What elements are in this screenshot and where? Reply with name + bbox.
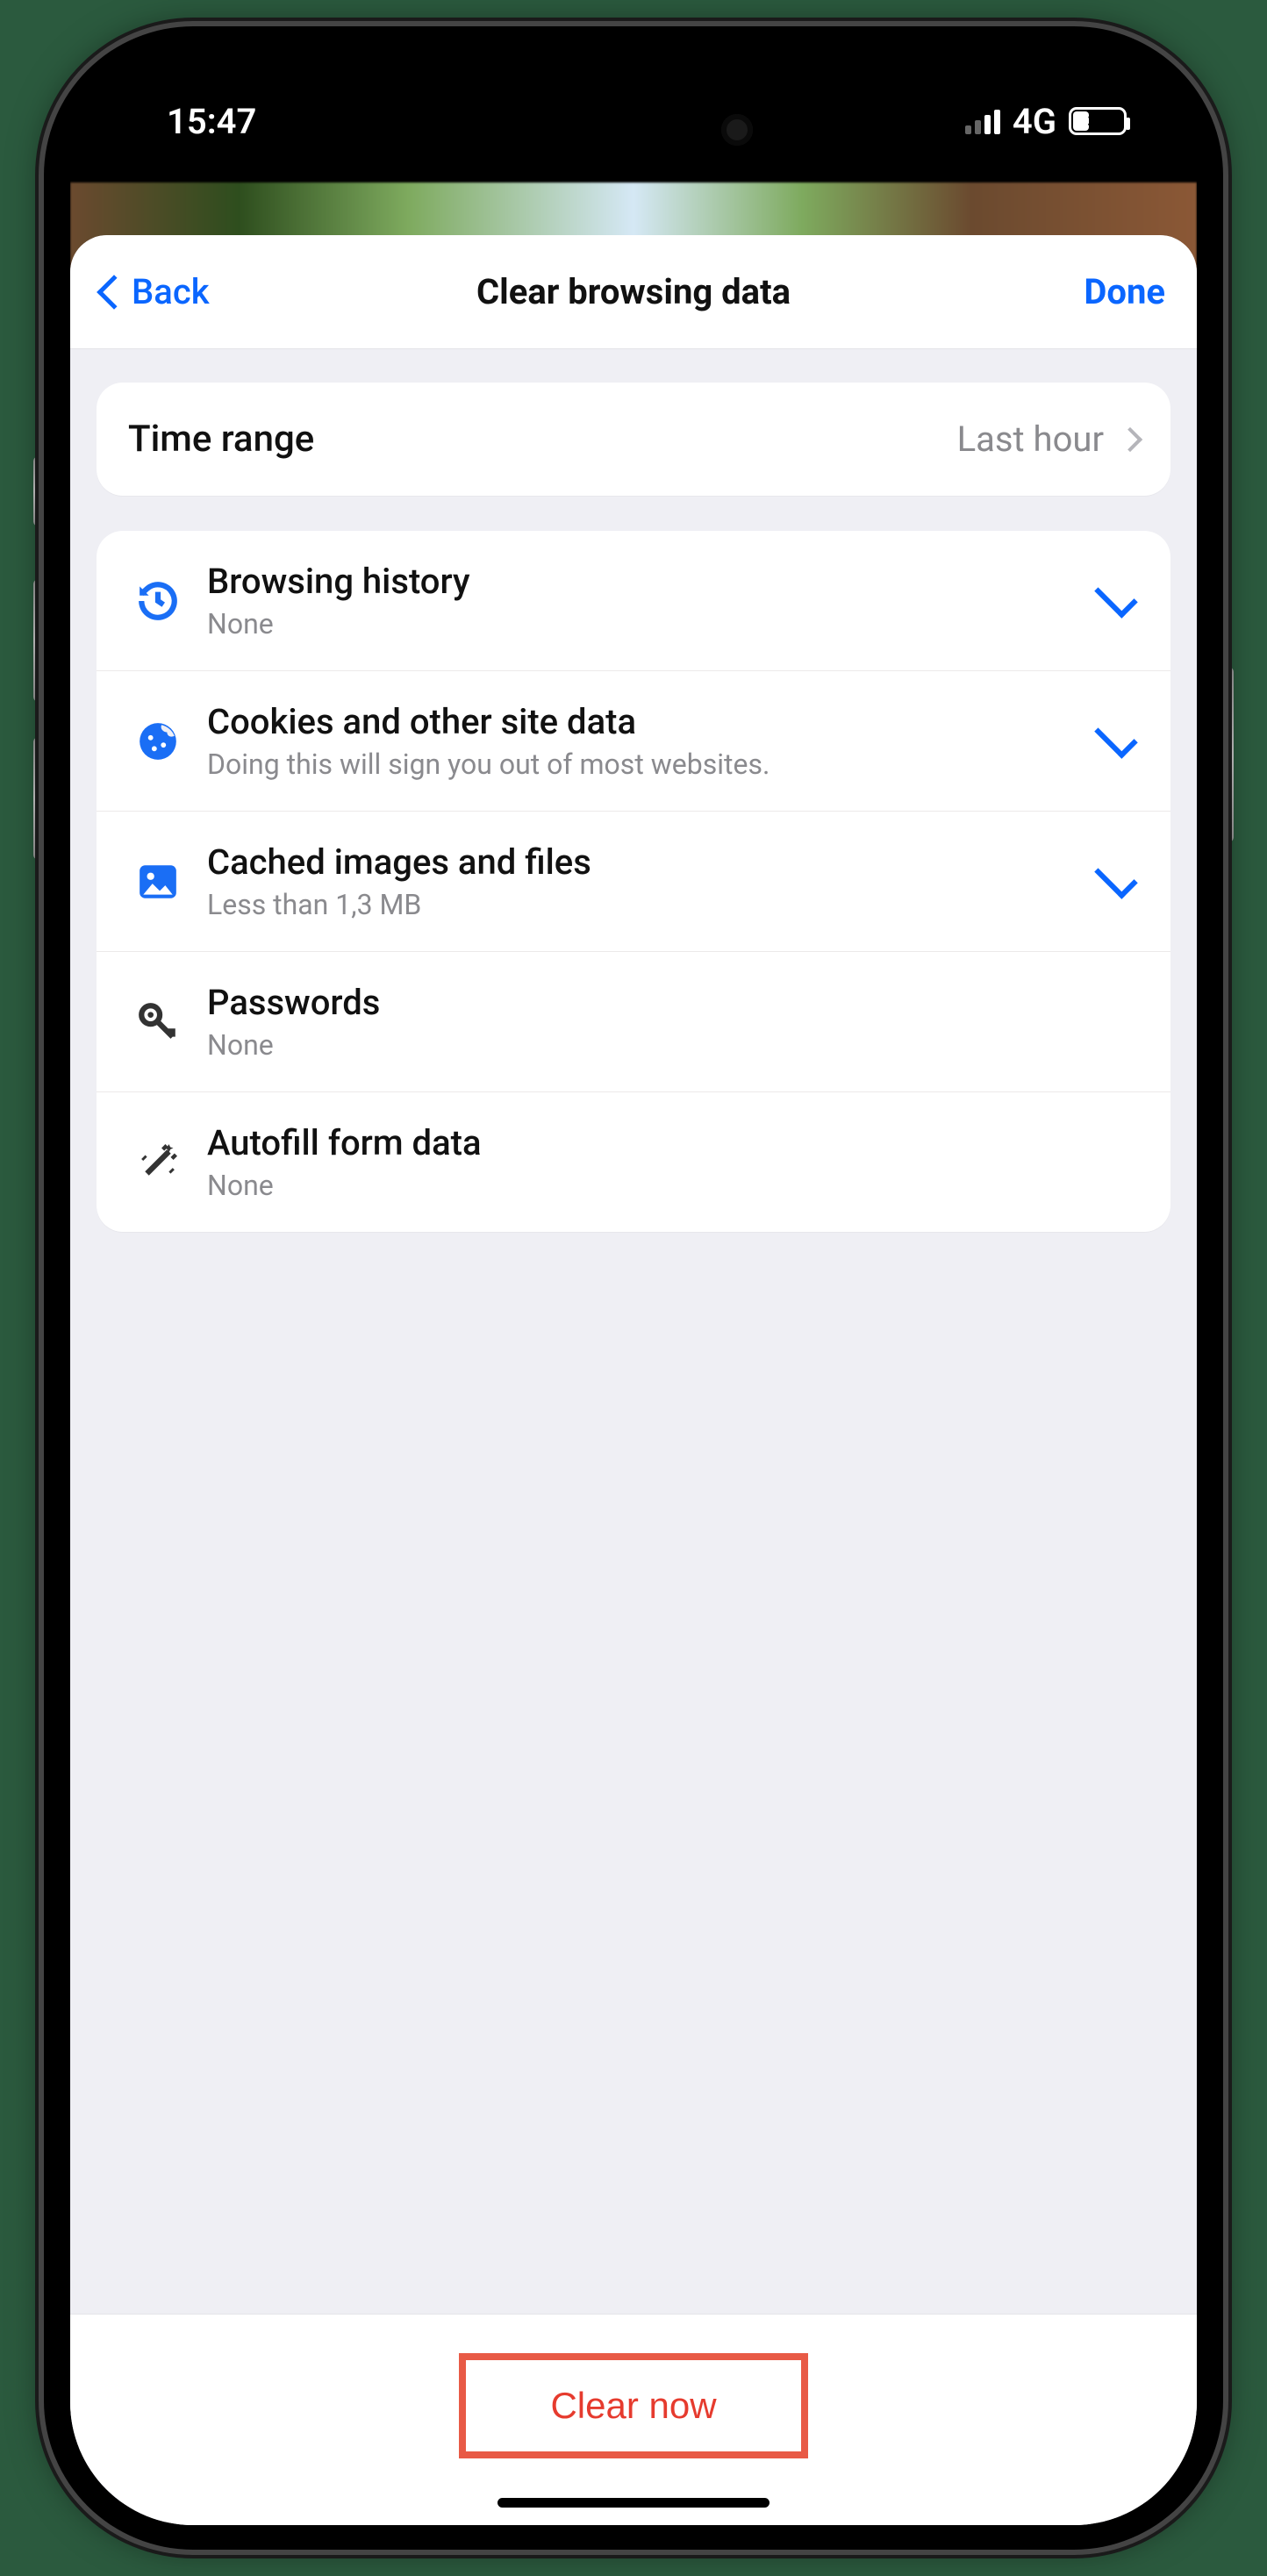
- row-cookies[interactable]: Cookies and other site data Doing this w…: [97, 671, 1170, 812]
- time-range-value: Last hour: [957, 419, 1104, 460]
- settings-sheet: Back Clear browsing data Done Time range…: [70, 235, 1197, 2525]
- check-icon: [1094, 855, 1137, 898]
- chevron-right-icon: [1118, 426, 1142, 451]
- done-button[interactable]: Done: [1084, 271, 1165, 312]
- volume-up-button: [33, 579, 44, 702]
- clear-now-button[interactable]: Clear now: [501, 2369, 765, 2443]
- item-sub: Less than 1,3 MB: [207, 888, 1097, 921]
- power-button: [1223, 667, 1234, 842]
- item-title: Browsing history: [207, 561, 1097, 602]
- phone-frame: 15:47 4G 30 Back Clear browsing data: [44, 26, 1223, 2550]
- cookie-icon: [136, 719, 180, 763]
- row-browsing-history[interactable]: Browsing history None: [97, 531, 1170, 671]
- time-range-row[interactable]: Time range Last hour: [97, 383, 1170, 496]
- page-title: Clear browsing data: [70, 271, 1197, 312]
- battery-icon: 30: [1069, 107, 1127, 135]
- check-icon: [1094, 575, 1137, 618]
- network-label: 4G: [1013, 101, 1056, 142]
- volume-down-button: [33, 737, 44, 860]
- check-icon: [1094, 715, 1137, 758]
- home-indicator[interactable]: [497, 2498, 770, 2508]
- time-range-label: Time range: [128, 418, 957, 461]
- signal-icon: [965, 108, 1000, 134]
- item-title: Autofill form data: [207, 1122, 1141, 1163]
- item-sub: None: [207, 607, 1097, 640]
- item-title: Cached images and files: [207, 841, 1097, 883]
- back-label: Back: [132, 271, 210, 312]
- back-button[interactable]: Back: [102, 271, 210, 312]
- item-title: Cookies and other site data: [207, 701, 1097, 742]
- row-autofill[interactable]: Autofill form data None: [97, 1092, 1170, 1232]
- content-area: Time range Last hour: [70, 349, 1197, 2314]
- key-icon: [136, 1000, 180, 1044]
- annotation-highlight: Clear now: [459, 2353, 807, 2458]
- row-cached[interactable]: Cached images and files Less than 1,3 MB: [97, 812, 1170, 952]
- item-title: Passwords: [207, 982, 1141, 1023]
- item-sub: None: [207, 1169, 1141, 1202]
- row-passwords[interactable]: Passwords None: [97, 952, 1170, 1092]
- wand-icon: [136, 1141, 180, 1184]
- phone-screen: 15:47 4G 30 Back Clear browsing data: [70, 51, 1197, 2525]
- history-icon: [136, 579, 180, 623]
- time-range-card: Time range Last hour: [97, 383, 1170, 496]
- mute-switch: [33, 456, 44, 526]
- battery-pct: 30: [1088, 111, 1108, 132]
- navbar: Back Clear browsing data Done: [70, 235, 1197, 349]
- image-icon: [136, 860, 180, 904]
- chevron-left-icon: [97, 275, 132, 310]
- item-sub: Doing this will sign you out of most web…: [207, 748, 1097, 781]
- bottom-bar: Clear now: [70, 2314, 1197, 2525]
- dynamic-island: [484, 91, 783, 170]
- data-types-card: Browsing history None: [97, 531, 1170, 1232]
- item-sub: None: [207, 1028, 1141, 1062]
- status-time: 15:47: [167, 101, 256, 142]
